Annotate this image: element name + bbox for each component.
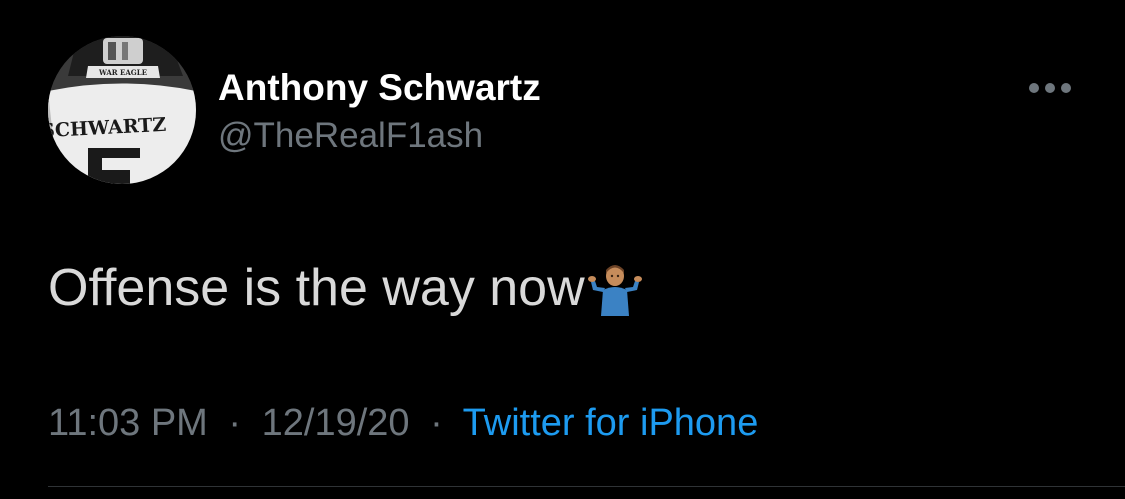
meta-separator: ·: [430, 402, 443, 444]
divider: [48, 486, 1125, 487]
tweet-time[interactable]: 11:03 PM: [48, 402, 208, 444]
tweet-text-body: Offense is the way now: [48, 259, 585, 317]
avatar-helmet-text: WAR EAGLE: [98, 68, 147, 77]
tweet-date[interactable]: 12/19/20: [262, 402, 410, 444]
avatar[interactable]: WAR EAGLE SCHWARTZ: [48, 36, 196, 184]
avatar-image: WAR EAGLE SCHWARTZ: [48, 36, 196, 184]
display-name[interactable]: Anthony Schwartz: [218, 68, 541, 108]
more-options-button[interactable]: [1024, 70, 1076, 106]
meta-separator: ·: [228, 402, 242, 444]
tweet-meta: 11:03 PM · 12/19/20 · Twitter for iPhone: [48, 398, 758, 448]
handle[interactable]: @TheRealF1ash: [218, 116, 483, 156]
man-shrugging-icon: [587, 265, 642, 316]
tweet-text: Offense is the way now: [48, 258, 643, 318]
more-horizontal-icon: [1029, 83, 1071, 93]
tweet-card: WAR EAGLE SCHWARTZ Anthony Schwartz @The…: [0, 0, 1125, 499]
tweet-source-link[interactable]: Twitter for iPhone: [463, 402, 759, 444]
